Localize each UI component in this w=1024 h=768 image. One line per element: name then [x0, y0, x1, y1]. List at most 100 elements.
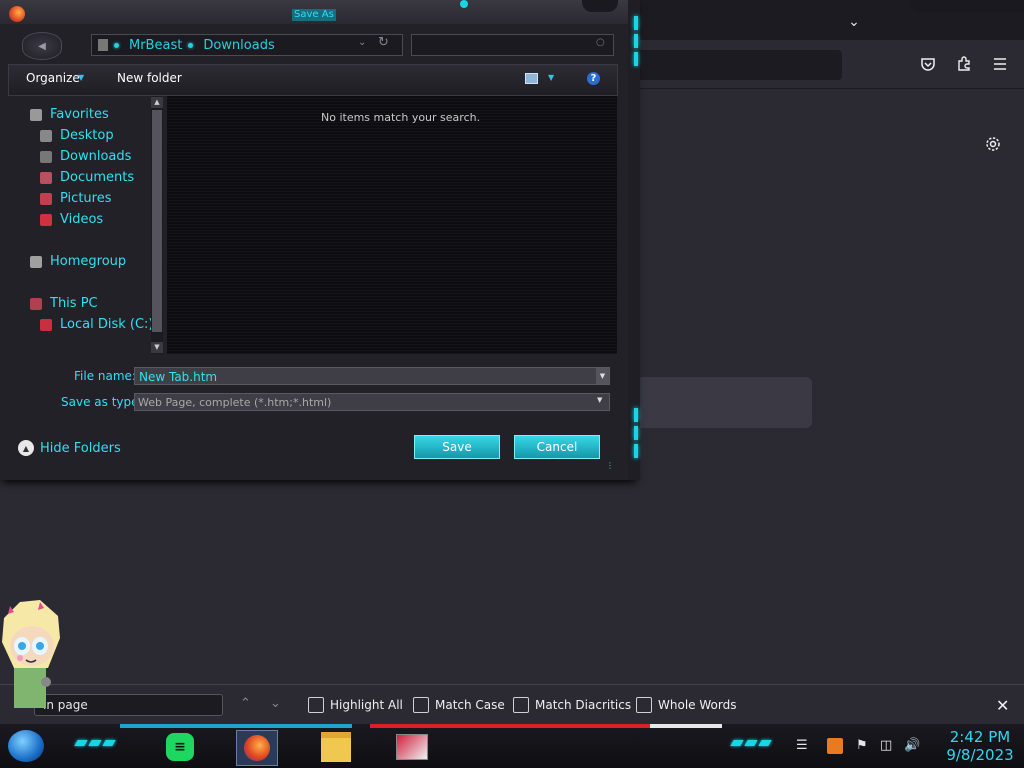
nav-item-pictures[interactable]: Pictures — [40, 191, 111, 206]
save-as-type-label: Save as type: — [61, 395, 143, 409]
find-previous-icon[interactable]: ⌃ — [240, 696, 251, 711]
change-view-icon[interactable] — [525, 73, 538, 84]
cancel-button[interactable]: Cancel — [514, 435, 600, 459]
homegroup-icon — [30, 255, 42, 268]
match-case-label[interactable]: Match Case — [435, 698, 505, 712]
help-icon[interactable]: ? — [587, 72, 600, 85]
organize-button[interactable]: Organize — [26, 71, 80, 85]
find-input[interactable]: in page — [34, 694, 223, 716]
save-as-type-dropdown-icon[interactable]: ▼ — [597, 396, 602, 404]
taskbar-file-explorer[interactable] — [316, 730, 356, 764]
new-folder-button[interactable]: New folder — [117, 71, 182, 85]
extensions-puzzle-icon[interactable] — [950, 50, 978, 78]
star-icon — [30, 108, 42, 121]
taskbar-firefox[interactable] — [236, 730, 278, 766]
breadcrumb-mrbeast[interactable]: MrBeast — [129, 38, 182, 53]
theme-decoration — [634, 34, 638, 48]
media-app-icon — [396, 734, 428, 760]
clock-date[interactable]: 9/8/2023 — [938, 746, 1022, 764]
match-diacritics-checkbox[interactable] — [513, 697, 529, 713]
downloads-icon — [40, 150, 52, 163]
theme-decoration — [650, 724, 722, 728]
list-all-tabs-chevron-icon[interactable]: ⌄ — [840, 8, 868, 36]
back-button[interactable]: ◀ — [22, 32, 62, 60]
find-next-icon[interactable]: ⌄ — [270, 696, 281, 711]
theme-decoration — [634, 52, 638, 66]
dialog-title: Save As — [292, 9, 336, 21]
hamburger-menu-icon[interactable] — [986, 50, 1014, 78]
highlight-all-label[interactable]: Highlight All — [330, 698, 403, 712]
pocket-icon[interactable] — [914, 50, 942, 78]
whole-words-checkbox[interactable] — [636, 697, 652, 713]
newtab-settings-gear-icon[interactable] — [979, 130, 1007, 158]
file-explorer-icon — [321, 732, 351, 762]
save-button[interactable]: Save — [414, 435, 500, 459]
drive-icon — [40, 318, 52, 331]
theme-decoration — [634, 426, 638, 440]
theme-decoration — [582, 0, 618, 12]
scroll-up-arrow-icon[interactable]: ▲ — [151, 97, 163, 108]
show-hidden-icons-icon[interactable]: ☰ — [796, 738, 808, 753]
taskbar — [0, 724, 1024, 768]
pictures-icon — [40, 192, 52, 205]
firefox-icon — [9, 6, 25, 22]
start-button[interactable] — [8, 730, 44, 762]
volume-icon[interactable]: 🔊 — [904, 738, 920, 753]
network-icon[interactable]: ◫ — [880, 738, 892, 753]
match-diacritics-label[interactable]: Match Diacritics — [535, 698, 631, 712]
spotify-icon: ≡ — [166, 733, 194, 761]
action-center-flag-icon[interactable]: ⚑ — [856, 738, 868, 753]
nav-item-videos[interactable]: Videos — [40, 212, 103, 227]
scroll-down-arrow-icon[interactable]: ▼ — [151, 342, 163, 353]
firefox-icon — [244, 735, 270, 761]
theme-decoration — [634, 16, 638, 30]
hide-folders-button[interactable]: ▲ Hide Folders — [18, 440, 121, 456]
cartoon-character-sticker — [2, 600, 60, 708]
firefox-url-bar[interactable] — [636, 50, 842, 80]
nav-item-documents[interactable]: Documents — [40, 170, 134, 185]
theme-decoration — [910, 0, 1024, 12]
computer-icon — [30, 297, 42, 310]
taskbar-media-app[interactable] — [392, 730, 432, 764]
breadcrumb-downloads[interactable]: Downloads — [203, 38, 274, 53]
theme-decoration — [634, 444, 638, 458]
organize-dropdown-icon[interactable]: ▼ — [78, 73, 84, 82]
whole-words-label[interactable]: Whole Words — [658, 698, 736, 712]
breadcrumb-separator-icon — [114, 42, 119, 48]
address-bar[interactable]: MrBeast Downloads — [91, 34, 403, 56]
nav-item-downloads[interactable]: Downloads — [40, 149, 131, 164]
nav-item-local-disk[interactable]: Local Disk (C:) — [40, 317, 153, 332]
empty-folder-message: No items match your search. — [321, 111, 481, 124]
nav-item-this-pc[interactable]: This PC — [30, 296, 98, 311]
close-icon[interactable]: ✕ — [996, 696, 1009, 715]
file-list-pane[interactable] — [167, 96, 617, 354]
documents-icon — [40, 171, 52, 184]
nav-item-desktop[interactable]: Desktop — [40, 128, 114, 143]
taskbar-spotify[interactable]: ≡ — [160, 730, 200, 764]
address-dropdown-chevron-icon[interactable]: ⌄ — [358, 37, 366, 48]
search-input[interactable] — [411, 34, 614, 56]
theme-decoration — [120, 724, 352, 728]
java-update-icon[interactable] — [827, 738, 843, 754]
refresh-icon[interactable]: ↻ — [378, 35, 389, 50]
resize-grip-icon[interactable]: ⋮ — [606, 461, 614, 470]
view-options-dropdown-icon[interactable]: ▼ — [548, 73, 554, 82]
nav-item-homegroup[interactable]: Homegroup — [30, 254, 126, 269]
theme-decoration-dot — [460, 0, 468, 8]
file-name-dropdown-icon[interactable]: ▼ — [596, 368, 609, 384]
highlight-all-checkbox[interactable] — [308, 697, 324, 713]
clock-time[interactable]: 2:42 PM — [940, 728, 1020, 746]
breadcrumb-separator-icon — [188, 42, 194, 48]
nav-item-favorites[interactable]: Favorites — [30, 107, 109, 122]
newtab-search-card[interactable] — [636, 377, 812, 428]
file-name-field[interactable]: New Tab.htm — [134, 367, 610, 385]
match-case-checkbox[interactable] — [413, 697, 429, 713]
file-name-label: File name: — [74, 369, 136, 383]
scrollbar-thumb[interactable] — [152, 110, 162, 332]
folder-icon — [98, 39, 108, 51]
search-icon[interactable]: ○ — [596, 37, 605, 48]
save-as-type-select[interactable]: Web Page, complete (*.htm;*.html) — [134, 393, 610, 411]
collapse-up-icon: ▲ — [18, 440, 34, 456]
desktop-icon — [40, 129, 52, 142]
theme-decoration — [634, 408, 638, 422]
